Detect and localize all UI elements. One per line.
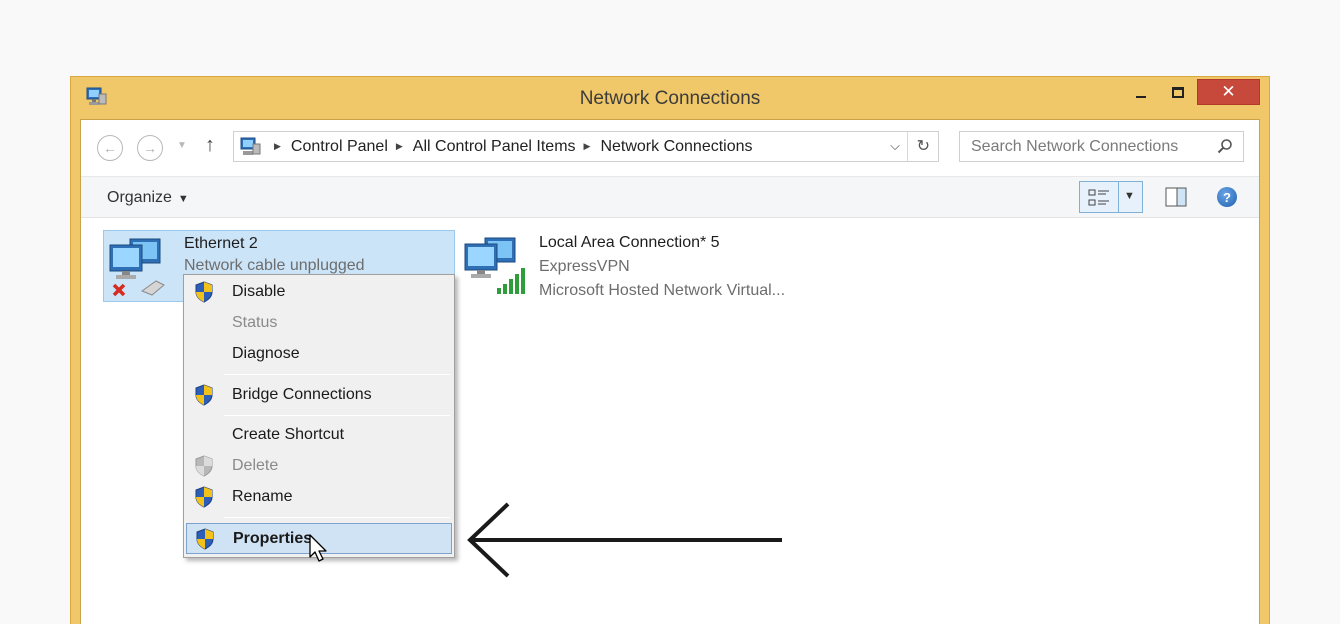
preview-pane-icon[interactable]	[1165, 187, 1187, 207]
wireless-network-icon	[464, 237, 525, 294]
back-button[interactable]: ←	[97, 135, 123, 161]
minimize-button[interactable]	[1125, 79, 1157, 105]
search-icon[interactable]	[1217, 138, 1233, 154]
breadcrumb-separator-icon[interactable]: ▶	[396, 141, 403, 152]
close-icon: ✕	[1221, 82, 1236, 101]
help-icon[interactable]: ?	[1217, 187, 1237, 207]
menu-item-label: Rename	[232, 488, 293, 505]
menu-separator	[224, 374, 450, 375]
breadcrumb-all-control-panel-items[interactable]: All Control Panel Items	[413, 138, 576, 156]
command-bar: Organize ▼ ▼ ?	[81, 176, 1259, 218]
menu-item-label: Create Shortcut	[232, 426, 345, 443]
search-box[interactable]	[959, 131, 1244, 162]
up-button[interactable]: ↑	[205, 134, 215, 157]
breadcrumb-separator-icon[interactable]: ▶	[584, 141, 591, 152]
view-options-chevron-down-icon[interactable]: ▼	[1124, 190, 1135, 202]
window-title: Network Connections	[579, 88, 761, 109]
connection-name: Ethernet 2	[184, 235, 258, 252]
chevron-down-icon: ▼	[177, 140, 187, 151]
forward-arrow-icon: →	[143, 140, 157, 156]
mouse-pointer-icon	[309, 534, 327, 562]
view-button-divider	[1118, 182, 1119, 212]
uac-shield-icon	[195, 486, 213, 508]
menu-item-label: Diagnose	[232, 345, 300, 362]
uac-shield-icon	[195, 281, 213, 303]
maximize-button[interactable]	[1161, 79, 1195, 105]
menu-item-label: Properties	[233, 530, 313, 547]
connection-status: Network cable unplugged	[184, 257, 365, 274]
uac-shield-disabled-icon	[195, 455, 213, 477]
forward-button[interactable]: →	[137, 135, 163, 161]
menu-separator	[224, 415, 450, 416]
uac-shield-icon	[196, 528, 214, 550]
menu-item-label: Status	[232, 314, 278, 331]
menu-item-status[interactable]: Status	[186, 309, 452, 337]
uac-shield-icon	[195, 384, 213, 406]
search-input[interactable]	[960, 132, 1210, 161]
breadcrumb: ▶ Control Panel ▶ All Control Panel Item…	[266, 132, 753, 161]
address-bar[interactable]: ▶ Control Panel ▶ All Control Panel Item…	[233, 131, 939, 162]
title-bar[interactable]: Network Connections ✕	[71, 77, 1269, 119]
menu-item-label: Delete	[232, 457, 279, 474]
recent-locations-button[interactable]: ▼	[177, 140, 187, 151]
menu-item-bridge-connections[interactable]: Bridge Connections	[186, 381, 452, 409]
refresh-icon[interactable]: ↻	[917, 136, 930, 156]
breadcrumb-network-connections[interactable]: Network Connections	[600, 138, 752, 156]
connection-device: Microsoft Hosted Network Virtual...	[539, 282, 786, 299]
navigation-bar: ← → ▼ ↑ ▶ Control Panel ▶ All Control Pa…	[81, 120, 1259, 174]
menu-item-delete[interactable]: Delete	[186, 452, 452, 480]
arrow-left-icon	[467, 502, 782, 578]
context-menu: Disable Status Diagnose Bridge Connectio…	[183, 274, 455, 558]
up-arrow-icon: ↑	[205, 134, 215, 156]
address-divider	[907, 132, 908, 161]
back-arrow-icon: ←	[103, 140, 117, 156]
breadcrumb-control-panel[interactable]: Control Panel	[291, 138, 388, 156]
connection-local-area-connection-5[interactable]: Local Area Connection* 5 ExpressVPN Micr…	[459, 230, 819, 302]
menu-item-disable[interactable]: Disable	[186, 278, 452, 306]
address-history-chevron-icon[interactable]: ⌵	[890, 138, 900, 154]
organize-chevron-down-icon: ▼	[177, 193, 189, 205]
connection-adapter: ExpressVPN	[539, 258, 630, 275]
details-view-icon	[1088, 189, 1109, 206]
organize-label: Organize	[107, 189, 172, 206]
minimize-icon	[1136, 96, 1146, 98]
ethernet-disconnected-icon	[109, 238, 165, 297]
close-button[interactable]: ✕	[1197, 79, 1260, 105]
organize-button[interactable]: Organize ▼	[107, 189, 189, 207]
menu-item-label: Disable	[232, 283, 286, 300]
control-panel-icon	[240, 137, 261, 155]
menu-separator	[224, 517, 450, 518]
breadcrumb-separator-icon[interactable]: ▶	[274, 141, 281, 152]
maximize-icon	[1172, 86, 1184, 98]
menu-item-rename[interactable]: Rename	[186, 483, 452, 511]
connection-name: Local Area Connection* 5	[539, 234, 720, 251]
menu-item-diagnose[interactable]: Diagnose	[186, 340, 452, 368]
menu-item-create-shortcut[interactable]: Create Shortcut	[186, 421, 452, 449]
menu-item-label: Bridge Connections	[232, 386, 372, 403]
change-view-button[interactable]: ▼	[1079, 181, 1143, 213]
